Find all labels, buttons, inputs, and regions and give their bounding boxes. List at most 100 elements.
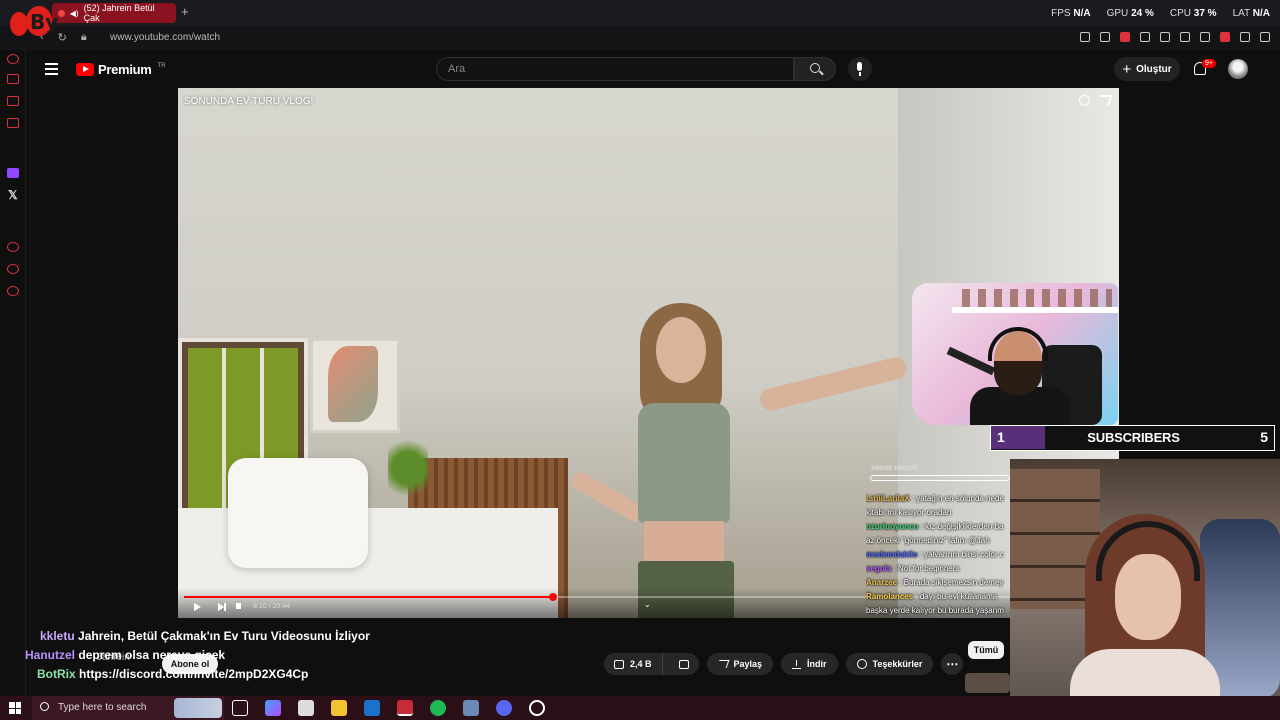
youtube-header: Premium TR Ara + Oluştur 9+: [26, 50, 1280, 88]
dislike-button[interactable]: [669, 659, 699, 669]
goal-progress-bar: [870, 475, 1010, 481]
sidebar-music-icon[interactable]: [7, 118, 19, 128]
more-actions-button[interactable]: ⋯: [941, 653, 964, 675]
screen: FPS N/A GPU 24 % CPU 37 % LAT N/A ◀) (52…: [0, 0, 1280, 720]
task-view-icon[interactable]: [232, 700, 248, 716]
chat-text: : Not for beginners: [893, 564, 960, 573]
perf-lat: LAT N/A: [1232, 8, 1270, 19]
thanks-button[interactable]: Teşekkürler: [845, 653, 934, 675]
recommended-video-thumbnail[interactable]: [965, 673, 1010, 693]
video-actions: 2,4 B Paylaş İndir Teşekkürler ⋯: [604, 653, 964, 675]
heart-icon[interactable]: [1160, 32, 1170, 42]
pin-icon[interactable]: [1080, 32, 1090, 42]
sidebar-message-icon[interactable]: [7, 96, 19, 106]
hamburger-menu-icon[interactable]: [45, 63, 58, 78]
notifications-badge: 9+: [1202, 59, 1216, 68]
spotify-icon[interactable]: [430, 700, 446, 716]
next-icon[interactable]: [218, 603, 226, 611]
sidebar-x-icon[interactable]: 𝕏: [8, 188, 18, 202]
thanks-icon: [856, 659, 867, 669]
chat-text: : dayı bu evi kullanama: [915, 592, 998, 601]
menu-icon[interactable]: [1260, 32, 1270, 42]
speaker-icon[interactable]: ◀): [70, 9, 79, 18]
time-display: 8:10 / 20:44: [253, 603, 290, 610]
chat-text: kitabı mı kasıyor oradan: [866, 508, 952, 517]
address-bar: ‹ ↻ 🔒︎ www.youtube.com/watch: [0, 26, 1280, 50]
chat-username: ozurluoyuncu: [866, 522, 919, 531]
download-button[interactable]: İndir: [781, 653, 838, 675]
share-arrow-icon[interactable]: [1097, 95, 1113, 105]
streamer-facecam: [912, 283, 1118, 425]
browser-tab-active[interactable]: ◀) (52) Jahrein Betül Çak: [52, 3, 176, 23]
download-icon[interactable]: [1240, 32, 1250, 42]
alert-line-1: kkletu Jahrein, Betül Çakmak'ın Ev Turu …: [40, 629, 370, 643]
sidebar-bag-icon[interactable]: [7, 74, 19, 84]
translate-icon[interactable]: [1180, 32, 1190, 42]
thumbs-up-icon: [614, 659, 624, 669]
plus-icon: +: [1122, 60, 1132, 78]
performance-overlay: FPS N/A GPU 24 % CPU 37 % LAT N/A: [1051, 8, 1270, 19]
copilot-icon[interactable]: [265, 700, 281, 716]
alert-line-2: Hanutzel deprem olsa nereye gicek: [25, 648, 226, 662]
sidebar-history-icon[interactable]: [7, 242, 19, 252]
store-icon[interactable]: [298, 700, 314, 716]
reload-icon[interactable]: ↻: [58, 31, 67, 44]
overlay-logo: By: [4, 2, 58, 44]
browser-taskbar-icon[interactable]: [397, 700, 413, 716]
windows-taskbar: Type here to search: [0, 696, 1280, 720]
chat-text: : yatağın en solunda nede: [911, 494, 1004, 503]
outlook-icon[interactable]: [364, 700, 380, 716]
video-top-icons: [1079, 95, 1113, 106]
video-person: [618, 303, 758, 618]
file-explorer-icon[interactable]: [331, 700, 347, 716]
search-button[interactable]: [794, 57, 836, 81]
create-button[interactable]: + Oluştur: [1114, 57, 1180, 81]
alert-line-3: BotRix https://discord.com/invite/2mpD2X…: [37, 667, 309, 681]
sidebar-settings-icon[interactable]: [7, 286, 19, 296]
puzzle-icon[interactable]: [1200, 32, 1210, 42]
discord-icon[interactable]: [496, 700, 512, 716]
url-field[interactable]: www.youtube.com/watch: [110, 32, 220, 43]
tab-title: (52) Jahrein Betül Çak: [83, 3, 155, 23]
sidebar-chat-icon[interactable]: [7, 264, 19, 274]
voice-search-mic-icon[interactable]: [848, 57, 872, 81]
chat-message: Ramolances : dayı bu evi kullanama: [866, 590, 1010, 604]
search-icon: [810, 63, 820, 73]
chat-message: az önceki "görmediniz" lafını @Jah: [866, 534, 1010, 548]
goal-title: ABONE HEDEFİ: [871, 466, 917, 472]
volume-icon[interactable]: [236, 603, 241, 609]
chat-text: : kız değişikliklerden ba: [920, 522, 1004, 531]
play-icon[interactable]: [194, 603, 201, 611]
browser-tab-strip: FPS N/A GPU 24 % CPU 37 % LAT N/A: [0, 0, 1280, 26]
taskbar-search-icon: [40, 702, 49, 711]
download-icon: [792, 659, 802, 669]
search-input[interactable]: Ara: [436, 57, 794, 81]
filter-all-chip[interactable]: Tümü: [968, 641, 1004, 659]
steam-icon[interactable]: [463, 700, 479, 716]
subscribers-label: SUBSCRIBERS: [1087, 430, 1180, 445]
chat-text: : yalvarırım birisi color c: [919, 550, 1004, 559]
chat-text: : Burada sikişemezsin demey: [899, 578, 1004, 587]
new-tab-plus-icon[interactable]: +: [181, 4, 189, 19]
like-dislike-group: 2,4 B: [604, 653, 699, 675]
bookmark-icon[interactable]: [1140, 32, 1150, 42]
progress-knob[interactable]: [549, 593, 557, 601]
chat-username: modemdakilo: [866, 550, 918, 559]
windows-start-icon[interactable]: [9, 702, 21, 714]
sidebar-home-icon[interactable]: [7, 54, 19, 64]
chat-username: Ramolances: [866, 592, 914, 601]
youtube-logo[interactable]: Premium TR: [76, 62, 166, 77]
obs-icon[interactable]: [529, 700, 545, 716]
like-button[interactable]: 2,4 B: [604, 653, 663, 675]
progress-fill: [184, 596, 553, 598]
screenshot-icon[interactable]: [1100, 32, 1110, 42]
shield-icon[interactable]: [1120, 32, 1130, 42]
share-button[interactable]: Paylaş: [706, 653, 774, 675]
avatar[interactable]: [1228, 59, 1248, 79]
chevron-down-icon[interactable]: ⌄: [644, 600, 651, 609]
profile-icon[interactable]: [1220, 32, 1230, 42]
watch-later-clock-icon[interactable]: [1079, 95, 1090, 106]
stream-chat: LiriliLarilaX : yatağın en solunda nede k…: [866, 492, 1010, 618]
sidebar-twitch-icon[interactable]: [7, 168, 19, 178]
taskbar-search-input[interactable]: Type here to search: [32, 696, 224, 720]
